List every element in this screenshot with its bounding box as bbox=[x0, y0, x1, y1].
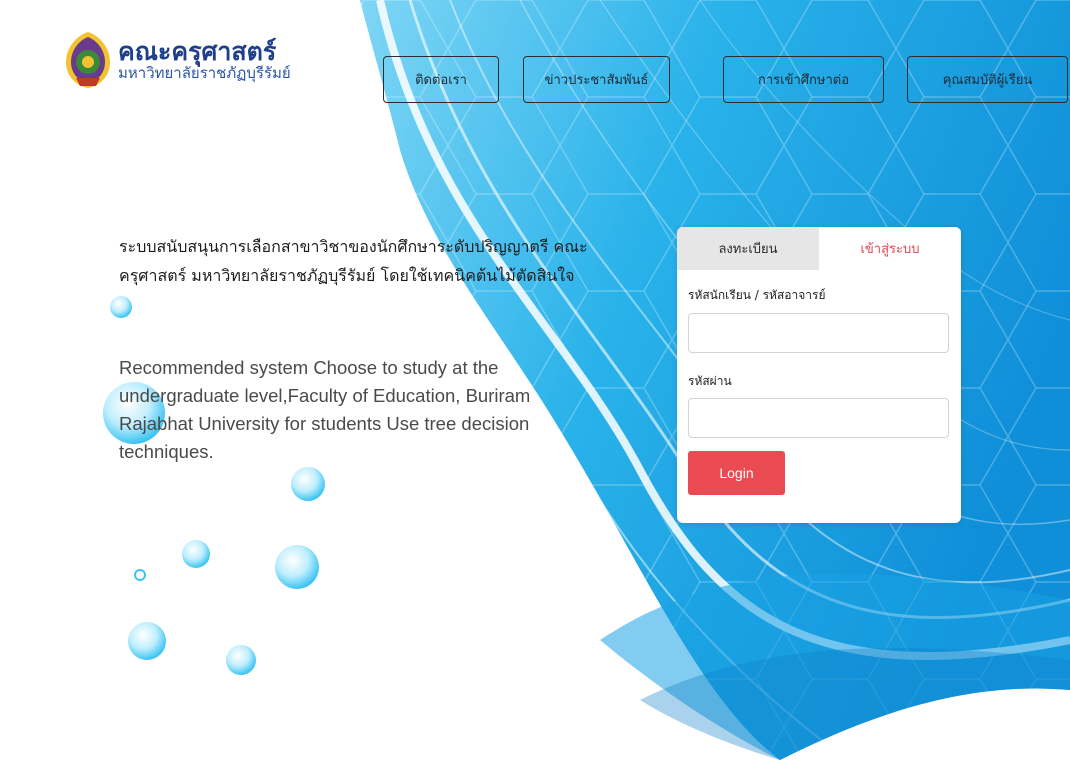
login-card: ลงทะเบียน เข้าสู่ระบบ รหัสนักเรียน / รหั… bbox=[677, 227, 961, 523]
username-input[interactable] bbox=[688, 313, 949, 353]
page: คณะครุศาสตร์ มหาวิทยาลัยราชภัฏบุรีรัมย์ … bbox=[0, 0, 1070, 783]
tab-register[interactable]: ลงทะเบียน bbox=[677, 227, 819, 270]
university-seal-icon bbox=[66, 32, 110, 88]
username-label: รหัสนักเรียน / รหัสอาจารย์ bbox=[688, 288, 826, 302]
nav-news-button[interactable]: ข่าวประชาสัมพันธ์ bbox=[523, 56, 670, 103]
nav-qualification-button[interactable]: คุณสมบัติผู้เรียน bbox=[907, 56, 1068, 103]
tab-login[interactable]: เข้าสู่ระบบ bbox=[819, 227, 961, 270]
intro-english-text: Recommended system Choose to study at th… bbox=[119, 357, 531, 462]
intro-thai-text: ระบบสนับสนุนการเลือกสาขาวิชาของนักศึกษาร… bbox=[119, 237, 588, 285]
brand-title: คณะครุศาสตร์ bbox=[118, 37, 277, 66]
password-label: รหัสผ่าน bbox=[688, 374, 732, 388]
brand-subtitle: มหาวิทยาลัยราชภัฏบุรีรัมย์ bbox=[118, 64, 291, 82]
login-button[interactable]: Login bbox=[688, 451, 785, 495]
nav-admission-button[interactable]: การเข้าศึกษาต่อ bbox=[723, 56, 884, 103]
nav-contact-button[interactable]: ติดต่อเรา bbox=[383, 56, 499, 103]
brand-logo[interactable]: คณะครุศาสตร์ มหาวิทยาลัยราชภัฏบุรีรัมย์ bbox=[62, 30, 291, 90]
password-input[interactable] bbox=[688, 398, 949, 438]
auth-tabs: ลงทะเบียน เข้าสู่ระบบ bbox=[677, 227, 961, 270]
